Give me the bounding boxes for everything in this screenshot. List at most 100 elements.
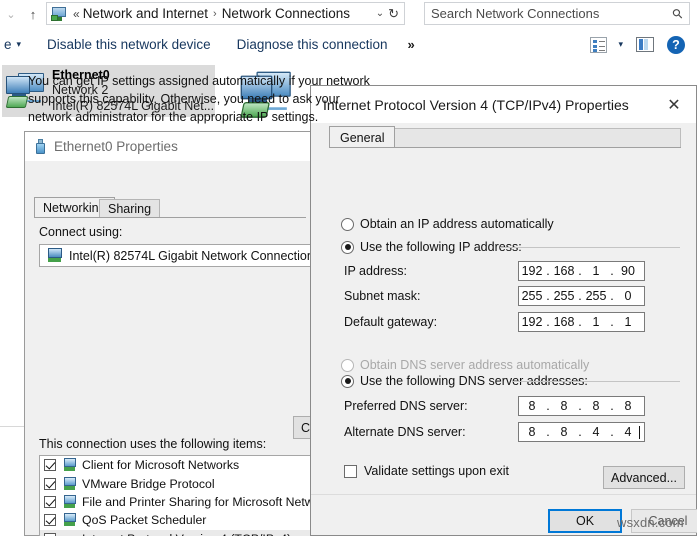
list-item-label: File and Printer Sharing for Microsoft N… [82, 494, 337, 509]
list-item-label: VMware Bridge Protocol [82, 476, 215, 491]
ip-octet-2: 168 [553, 264, 575, 278]
validate-settings-label: Validate settings upon exit [364, 464, 510, 478]
validate-settings-checkbox[interactable] [344, 464, 357, 478]
ethernet0-dialog-title: Ethernet0 Properties [54, 139, 178, 154]
help-icon[interactable]: ? [667, 35, 685, 54]
views-icon [590, 36, 608, 53]
default-gateway-label: Default gateway: [344, 315, 438, 329]
subnet-mask-input[interactable]: 255 . 255 . 255 . 0 [518, 286, 645, 306]
item-checkbox[interactable] [44, 495, 56, 508]
alternate-dns-label: Alternate DNS server: [344, 425, 466, 439]
network-client-icon [62, 494, 77, 509]
list-item-label: Client for Microsoft Networks [82, 458, 240, 473]
pdns-octet-3: 8 [592, 399, 600, 413]
network-items-list[interactable]: Client for Microsoft Networks VMware Bri… [39, 455, 339, 536]
ip-octet-4: 90 [621, 264, 635, 278]
list-item-label: QoS Packet Scheduler [82, 513, 207, 528]
item-checkbox[interactable] [44, 514, 56, 527]
toolbar-overflow-button[interactable]: » [407, 37, 414, 52]
search-icon: ⚲ [669, 4, 687, 22]
gateway-octet-1: 192 [521, 315, 543, 329]
ip-group-divider [500, 247, 680, 248]
preview-pane-icon[interactable] [636, 37, 654, 52]
adapter-small-icon [46, 248, 63, 263]
list-item-selected[interactable]: Internet Protocol Version 4 (TCP/IPv4) [40, 529, 338, 536]
preferred-dns-label: Preferred DNS server: [344, 399, 468, 413]
tab-general[interactable]: General [329, 126, 396, 148]
change-view-button[interactable]: ▾ [590, 36, 623, 53]
address-bar-breadcrumb[interactable]: « Network and Internet › Network Connect… [46, 2, 405, 25]
breadcrumb-network-connections[interactable]: Network Connections [222, 6, 350, 21]
address-dropdown-icon[interactable]: ⌄ [376, 8, 384, 19]
advanced-button[interactable]: Advanced... [603, 466, 685, 489]
diagnose-connection-button[interactable]: Diagnose this connection [237, 37, 388, 52]
connect-using-label: Connect using: [39, 225, 123, 239]
adns-octet-1: 8 [528, 425, 536, 439]
mask-octet-4: 0 [624, 289, 632, 303]
tcpipv4-tabstrip: General [329, 126, 681, 148]
list-item[interactable]: VMware Bridge Protocol [40, 474, 338, 492]
list-item[interactable]: QoS Packet Scheduler [40, 511, 338, 529]
tab-sharing[interactable]: Sharing [99, 199, 161, 218]
gateway-octet-4: 1 [624, 315, 632, 329]
radio-obtain-ip-automatically[interactable]: Obtain an IP address automatically [341, 217, 554, 231]
default-gateway-input[interactable]: 192 . 168 . 1 . 1 [518, 312, 645, 332]
radio-obtain-dns-automatically[interactable]: Obtain DNS server address automatically [341, 358, 589, 372]
back-dropdown-button[interactable]: ⌄ [0, 1, 22, 27]
radio-icon-selected [341, 240, 354, 254]
ip-settings-intro-text: You can get IP settings assigned automat… [28, 74, 370, 125]
ok-button[interactable]: OK [548, 509, 622, 533]
ethernet0-dialog-titlebar[interactable]: Ethernet0 Properties [25, 132, 314, 161]
ip-address-input[interactable]: 192 . 168 . 1 . 90 [518, 261, 645, 281]
breadcrumb-separator-icon: › [213, 7, 217, 20]
radio-label: Obtain an IP address automatically [360, 217, 554, 231]
explorer-address-bar: ⌄ ↑ « Network and Internet › Network Con… [0, 0, 697, 28]
ip-octet-3: 1 [592, 264, 600, 278]
preferred-dns-input[interactable]: 8 . 8 . 8 . 8 [518, 396, 645, 416]
mask-octet-3: 255 [585, 289, 607, 303]
pdns-octet-2: 8 [560, 399, 568, 413]
tabstrip-filler [392, 128, 681, 148]
list-item-label: Internet Protocol Version 4 (TCP/IPv4) [82, 532, 291, 536]
list-item[interactable]: Client for Microsoft Networks [40, 456, 338, 474]
mask-octet-2: 255 [553, 289, 575, 303]
search-placeholder: Search Network Connections [431, 6, 600, 21]
adapter-combobox[interactable]: Intel(R) 82574L Gigabit Network Connecti… [39, 244, 339, 267]
chevron-down-icon: ▾ [16, 39, 22, 49]
close-icon[interactable]: ✕ [652, 86, 696, 123]
breadcrumb-overflow-chevrons[interactable]: « [73, 7, 80, 21]
alternate-dns-input[interactable]: 8 . 8 . 4 . 4 [518, 422, 645, 442]
gateway-octet-2: 168 [553, 315, 575, 329]
items-list-label: This connection uses the following items… [39, 437, 267, 451]
breadcrumb-network-and-internet[interactable]: Network and Internet [83, 6, 208, 21]
watermark: wsxdn.com [617, 515, 684, 530]
list-item[interactable]: File and Printer Sharing for Microsoft N… [40, 493, 338, 511]
radio-icon [341, 217, 354, 231]
subnet-mask-label: Subnet mask: [344, 289, 421, 303]
adns-octet-4: 4 [624, 425, 632, 439]
radio-label: Use the following IP address: [360, 240, 522, 254]
refresh-icon[interactable]: ↻ [388, 6, 399, 22]
up-button[interactable]: ↑ [22, 1, 44, 27]
ip-address-label: IP address: [344, 264, 408, 278]
radio-icon-selected [341, 374, 354, 388]
network-client-icon [62, 513, 77, 527]
tcpipv4-tabstrip-divider [329, 147, 681, 148]
organize-menu-button[interactable]: e ▾ [4, 37, 21, 52]
item-checkbox[interactable] [44, 477, 56, 490]
gateway-octet-3: 1 [592, 315, 600, 329]
footer-divider [311, 494, 696, 495]
radio-icon [341, 358, 354, 372]
network-client-icon [62, 458, 77, 472]
network-client-icon [62, 476, 77, 491]
network-breadcrumb-icon [51, 6, 68, 22]
adns-octet-3: 4 [592, 425, 600, 439]
item-checkbox[interactable] [44, 459, 56, 472]
disable-network-device-button[interactable]: Disable this network device [47, 37, 211, 52]
pdns-octet-1: 8 [528, 399, 536, 413]
validate-settings-checkbox-row[interactable]: Validate settings upon exit [344, 464, 509, 478]
radio-use-following-ip[interactable]: Use the following IP address: [341, 240, 522, 254]
search-input[interactable]: Search Network Connections ⚲ [424, 2, 690, 25]
tabstrip-divider [34, 217, 306, 218]
adapter-name-value: Intel(R) 82574L Gigabit Network Connecti… [69, 248, 314, 263]
